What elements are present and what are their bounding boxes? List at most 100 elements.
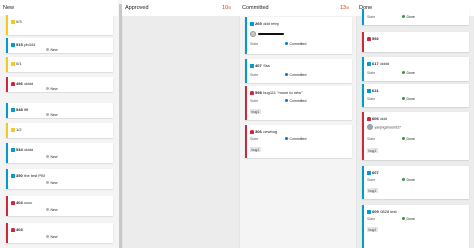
card[interactable]: 269 ddd retry State Committed <box>245 17 352 54</box>
tag[interactable]: bug1 <box>250 109 261 114</box>
redacted-assignee <box>257 32 284 35</box>
tag[interactable]: bug1 <box>367 188 378 193</box>
state-dot <box>46 155 49 159</box>
state-label: State <box>367 97 376 101</box>
story-icon <box>367 88 371 93</box>
card[interactable]: 621 State Done <box>362 84 469 107</box>
story-icon <box>367 170 371 175</box>
story-icon <box>11 173 15 178</box>
state-label: State <box>250 73 259 77</box>
card-title: cccc <box>24 200 33 205</box>
story-icon <box>367 61 371 66</box>
bug-icon <box>367 36 371 41</box>
card-id: 606 <box>372 116 379 121</box>
state-label: State <box>367 178 376 182</box>
card-title: ffff <box>24 107 29 112</box>
card[interactable]: 617 dddd State Done <box>362 57 469 81</box>
card[interactable]: 407 Sss State Committed <box>245 59 352 83</box>
card[interactable]: 0/3 <box>6 15 113 35</box>
avatar <box>367 124 373 130</box>
card[interactable]: State Done <box>362 9 469 25</box>
card-state: Committed <box>289 73 307 77</box>
state-dot <box>285 137 288 141</box>
feature-icon <box>11 19 15 24</box>
card-title: dddd <box>24 81 34 86</box>
card-state: Done <box>406 137 415 141</box>
bug-icon <box>367 116 371 121</box>
kanban-board: New Approved 10/5 Committed 13/5 Done 0/… <box>0 0 474 248</box>
tag[interactable]: bug1 <box>367 148 378 153</box>
card[interactable]: 306 newbug State Committed bug1 <box>245 125 352 158</box>
card-state: New <box>50 87 58 91</box>
tag[interactable]: bug1 <box>250 147 261 152</box>
story-icon <box>11 107 15 112</box>
card-id: 306 <box>255 129 262 134</box>
card[interactable]: 598 bug111 "move to new" State Committed b… <box>245 86 352 120</box>
card[interactable]: 609 0828 test State Done bug1 <box>362 205 469 248</box>
assignee-name: yanjingzhou0927 <box>374 125 401 130</box>
card-state: New <box>50 235 58 239</box>
card[interactable]: 548 ffff New <box>6 103 113 118</box>
card-title: 1/2 <box>16 127 22 132</box>
card-title: bug111 "move to new" <box>263 90 303 95</box>
card[interactable]: 404 cccc New <box>6 196 113 216</box>
state-dot <box>402 178 405 182</box>
bug-icon <box>250 129 254 134</box>
card-title: newbug <box>263 129 278 134</box>
card-title: ddd <box>380 116 387 121</box>
card[interactable]: 607 State Done bug1 <box>362 166 469 199</box>
feature-icon <box>11 61 15 66</box>
state-label: State <box>367 71 376 75</box>
bug-icon <box>11 200 15 205</box>
tag[interactable]: bug1 <box>367 227 378 232</box>
avatar <box>250 31 256 37</box>
column-approved <box>122 16 239 248</box>
card-title: ddd retry <box>263 21 279 26</box>
card-id: 404 <box>16 200 23 205</box>
card-id: 350 <box>16 173 23 178</box>
card-title: dddd <box>380 61 390 66</box>
state-dot <box>285 73 288 77</box>
card-state: Done <box>406 15 415 19</box>
card[interactable]: 403 New <box>6 223 113 243</box>
card[interactable]: 350 the test PBI New <box>6 169 113 189</box>
state-dot <box>285 42 288 46</box>
card-title: dddd <box>24 147 34 152</box>
state-label: State <box>367 217 376 221</box>
card-title: 0/1 <box>16 61 22 66</box>
state-dot <box>285 99 288 103</box>
card-state: New <box>50 113 58 117</box>
column-header-new[interactable]: New <box>0 0 118 16</box>
story-icon <box>11 147 15 152</box>
card-title: 0/3 <box>16 19 22 24</box>
state-dot <box>402 71 405 75</box>
card-title: 0828 test <box>380 209 397 214</box>
card[interactable]: 1/2 <box>6 123 113 138</box>
card-id: 407 <box>255 63 262 68</box>
card-id: 609 <box>372 209 379 214</box>
bug-icon <box>250 90 254 95</box>
card-id: 617 <box>372 61 379 66</box>
card-id: 403 <box>16 227 23 232</box>
card[interactable]: 606 ddd yanjingzhou0927 State Done bug1 <box>362 112 469 160</box>
bug-icon <box>11 81 15 86</box>
card[interactable]: 592 <box>362 32 469 52</box>
state-dot <box>402 137 405 141</box>
card-id: 621 <box>372 88 379 93</box>
column-header-committed[interactable]: Committed <box>239 0 356 16</box>
story-icon <box>367 209 371 214</box>
card-state: New <box>50 155 58 159</box>
state-dot <box>46 208 49 212</box>
card[interactable]: 496 dddd New <box>6 77 113 92</box>
state-label: State <box>250 137 259 141</box>
column-scrollbar[interactable] <box>118 4 122 248</box>
column-title: Approved <box>125 5 149 11</box>
state-dot <box>46 113 49 117</box>
scrollbar-thumb[interactable] <box>118 4 122 248</box>
card[interactable]: 0/1 <box>6 57 113 72</box>
card[interactable]: 534 dddd New <box>6 143 113 163</box>
card[interactable]: 515 pb444 New <box>6 38 113 53</box>
state-dot <box>46 48 49 52</box>
column-title: New <box>3 5 15 11</box>
card-id: 269 <box>255 21 262 26</box>
